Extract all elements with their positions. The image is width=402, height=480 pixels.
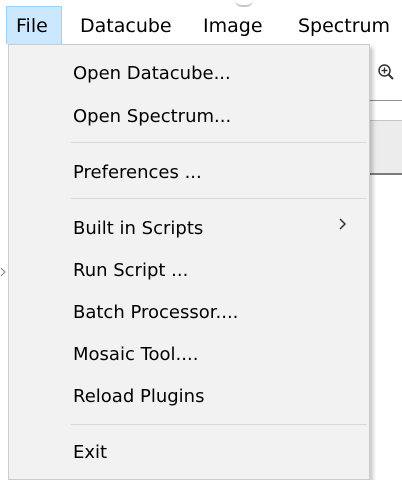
menu-separator <box>71 142 367 143</box>
menu-item-run-script[interactable]: Run Script ... <box>73 259 188 283</box>
menu-item-reload-plugins[interactable]: Reload Plugins <box>73 385 204 409</box>
menu-bar: File Datacube Image Spectrum <box>0 0 402 44</box>
menu-separator <box>71 198 367 199</box>
menu-separator <box>71 424 367 425</box>
zoom-in-icon[interactable] <box>377 63 395 81</box>
menu-item-exit[interactable]: Exit <box>73 441 107 465</box>
partial-arrow-icon <box>0 267 6 277</box>
toolbar-divider <box>370 100 402 119</box>
chevron-right-icon <box>339 218 347 230</box>
menu-image[interactable]: Image <box>203 6 263 44</box>
menu-item-open-datacube[interactable]: Open Datacube... <box>73 62 231 86</box>
menu-datacube[interactable]: Datacube <box>80 6 172 44</box>
menu-item-mosaic-tool[interactable]: Mosaic Tool.... <box>73 343 198 367</box>
menu-item-batch-processor[interactable]: Batch Processor.... <box>73 301 238 325</box>
menu-spectrum[interactable]: Spectrum <box>298 6 390 44</box>
tab-strip-background <box>370 120 402 175</box>
menu-item-preferences[interactable]: Preferences ... <box>73 161 202 185</box>
menu-file[interactable]: File <box>6 6 62 44</box>
menu-item-built-in-scripts[interactable]: Built in Scripts <box>73 217 203 241</box>
file-menu-dropdown: Open Datacube... Open Spectrum... Prefer… <box>8 44 370 480</box>
menu-item-open-spectrum[interactable]: Open Spectrum... <box>73 105 231 129</box>
